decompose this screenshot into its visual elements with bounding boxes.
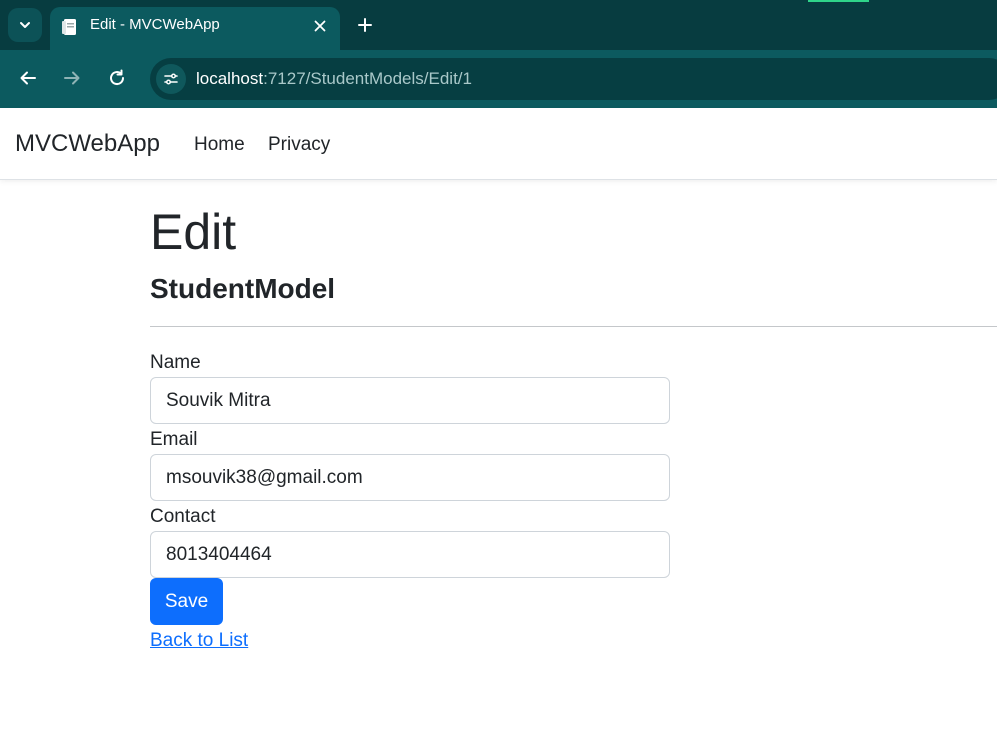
plus-icon (358, 18, 372, 32)
email-label: Email (150, 429, 198, 450)
contact-input[interactable] (150, 531, 670, 578)
name-label: Name (150, 352, 201, 373)
back-button[interactable] (14, 64, 42, 92)
window-accent (808, 0, 869, 2)
browser-tab[interactable]: Edit - MVCWebApp (50, 7, 340, 50)
close-icon (314, 20, 326, 32)
contact-label: Contact (150, 506, 216, 527)
navbar-brand[interactable]: MVCWebApp (15, 130, 160, 158)
reload-button[interactable] (103, 64, 131, 92)
url-path: :7127/StudentModels/Edit/1 (263, 69, 472, 88)
forward-button[interactable] (58, 64, 86, 92)
arrow-right-icon (64, 71, 80, 85)
site-navbar: MVCWebApp Home Privacy (0, 108, 997, 180)
email-input[interactable] (150, 454, 670, 501)
page-icon (62, 19, 76, 35)
model-title: StudentModel (150, 273, 336, 304)
save-button[interactable]: Save (150, 578, 223, 625)
chevron-down-icon (20, 22, 30, 28)
site-info-button[interactable] (156, 64, 186, 94)
tab-search-button[interactable] (8, 8, 42, 42)
browser-tab-strip: Edit - MVCWebApp (0, 0, 997, 50)
url-host: localhost (196, 69, 264, 88)
name-input[interactable] (150, 377, 670, 424)
browser-toolbar: localhost:7127/StudentModels/Edit/1 (0, 50, 997, 108)
nav-link-privacy[interactable]: Privacy (268, 134, 330, 156)
tab-close-button[interactable] (308, 14, 332, 38)
url-text: localhost:7127/StudentModels/Edit/1 (196, 69, 472, 89)
page-title: Edit (150, 204, 237, 260)
tune-icon (164, 73, 178, 85)
tab-title: Edit - MVCWebApp (90, 16, 220, 33)
arrow-left-icon (20, 71, 36, 85)
reload-icon (110, 69, 125, 86)
divider (150, 326, 997, 327)
back-to-list-link[interactable]: Back to List (150, 630, 248, 652)
address-bar[interactable]: localhost:7127/StudentModels/Edit/1 (150, 58, 997, 100)
nav-link-home[interactable]: Home (194, 134, 245, 156)
new-tab-button[interactable] (352, 12, 378, 38)
